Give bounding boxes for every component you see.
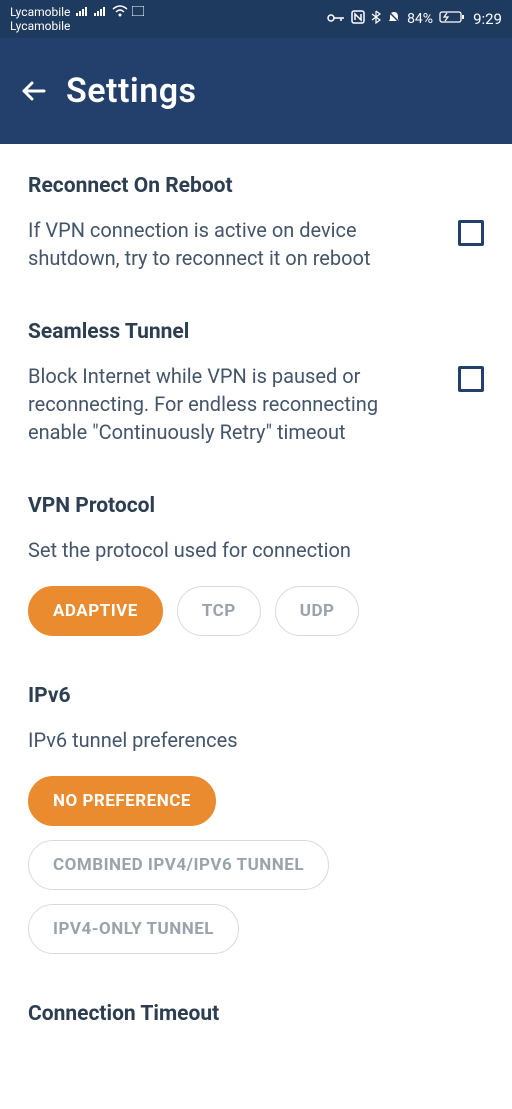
- status-bar: Lycamobile Lycamobile: [0, 0, 512, 38]
- wifi-icon: [112, 5, 128, 20]
- signal-icon: [76, 6, 90, 19]
- clock: 9:29: [473, 10, 502, 28]
- back-button[interactable]: [20, 77, 48, 105]
- ipv6-option-ipv4only[interactable]: IPV4-ONLY TUNNEL: [28, 904, 239, 954]
- ipv6-option-nopref[interactable]: NO PREFERENCE: [28, 776, 216, 826]
- section-reconnect: Reconnect On Reboot If VPN connection is…: [28, 174, 484, 272]
- section-timeout: Connection Timeout: [28, 1002, 484, 1026]
- carrier-2: Lycamobile: [10, 20, 70, 33]
- protocol-option-udp[interactable]: UDP: [275, 586, 360, 636]
- section-seamless: Seamless Tunnel Block Internet while VPN…: [28, 320, 484, 446]
- battery-icon: [439, 10, 465, 28]
- battery-percent: 84%: [407, 11, 433, 27]
- app-bar: Settings: [0, 38, 512, 144]
- sim-icon: [132, 6, 144, 19]
- ipv6-option-combined[interactable]: COMBINED IPV4/IPV6 TUNNEL: [28, 840, 329, 890]
- timeout-title: Connection Timeout: [28, 1002, 484, 1026]
- arrow-left-icon: [20, 77, 48, 105]
- key-icon: [327, 11, 345, 27]
- section-ipv6: IPv6 IPv6 tunnel preferences NO PREFEREN…: [28, 684, 484, 954]
- seamless-desc: Block Internet while VPN is paused or re…: [28, 362, 438, 446]
- nfc-icon: [351, 10, 365, 28]
- carrier-1: Lycamobile: [10, 6, 70, 19]
- ipv6-desc: IPv6 tunnel preferences: [28, 726, 484, 754]
- protocol-desc: Set the protocol used for connection: [28, 536, 484, 564]
- bluetooth-icon: [371, 10, 381, 28]
- status-left: Lycamobile Lycamobile: [10, 5, 144, 33]
- page-title: Settings: [66, 71, 197, 111]
- content: Reconnect On Reboot If VPN connection is…: [0, 144, 512, 1026]
- ipv6-title: IPv6: [28, 684, 484, 708]
- protocol-title: VPN Protocol: [28, 494, 484, 518]
- reconnect-checkbox[interactable]: [458, 220, 484, 246]
- status-right: 84% 9:29: [327, 10, 502, 28]
- bell-off-icon: [387, 10, 401, 28]
- protocol-option-tcp[interactable]: TCP: [177, 586, 261, 636]
- protocol-option-adaptive[interactable]: ADAPTIVE: [28, 586, 163, 636]
- seamless-title: Seamless Tunnel: [28, 320, 484, 344]
- signal-icon: [94, 6, 108, 19]
- reconnect-title: Reconnect On Reboot: [28, 174, 484, 198]
- reconnect-desc: If VPN connection is active on device sh…: [28, 216, 438, 272]
- seamless-checkbox[interactable]: [458, 366, 484, 392]
- section-protocol: VPN Protocol Set the protocol used for c…: [28, 494, 484, 636]
